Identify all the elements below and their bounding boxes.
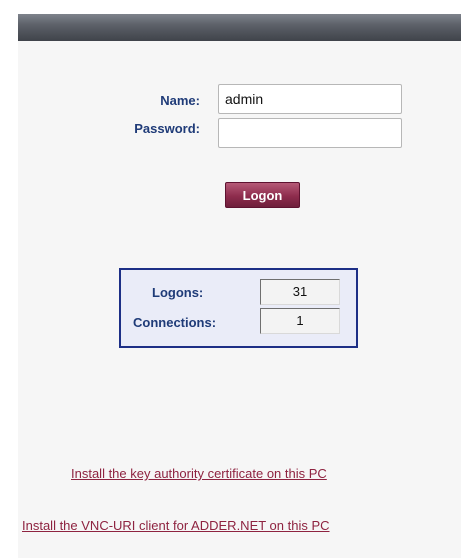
install-certificate-link[interactable]: Install the key authority certificate on… [71,466,327,481]
logons-count: 31 [260,279,340,305]
install-vnc-client-link[interactable]: Install the VNC-URI client for ADDER.NET… [22,518,330,533]
logons-label: Logons: [152,285,204,300]
password-input[interactable] [218,118,402,148]
connections-count: 1 [260,308,340,334]
password-label: Password: [134,121,200,136]
connections-label: Connections: [133,315,217,330]
header-bar [18,14,461,41]
login-panel: Name: Password: Logon Logons: 31 Connect… [18,14,461,558]
stats-box: Logons: 31 Connections: 1 [119,268,358,348]
logon-button[interactable]: Logon [225,182,300,208]
name-input[interactable] [218,84,402,114]
name-label: Name: [160,93,200,108]
